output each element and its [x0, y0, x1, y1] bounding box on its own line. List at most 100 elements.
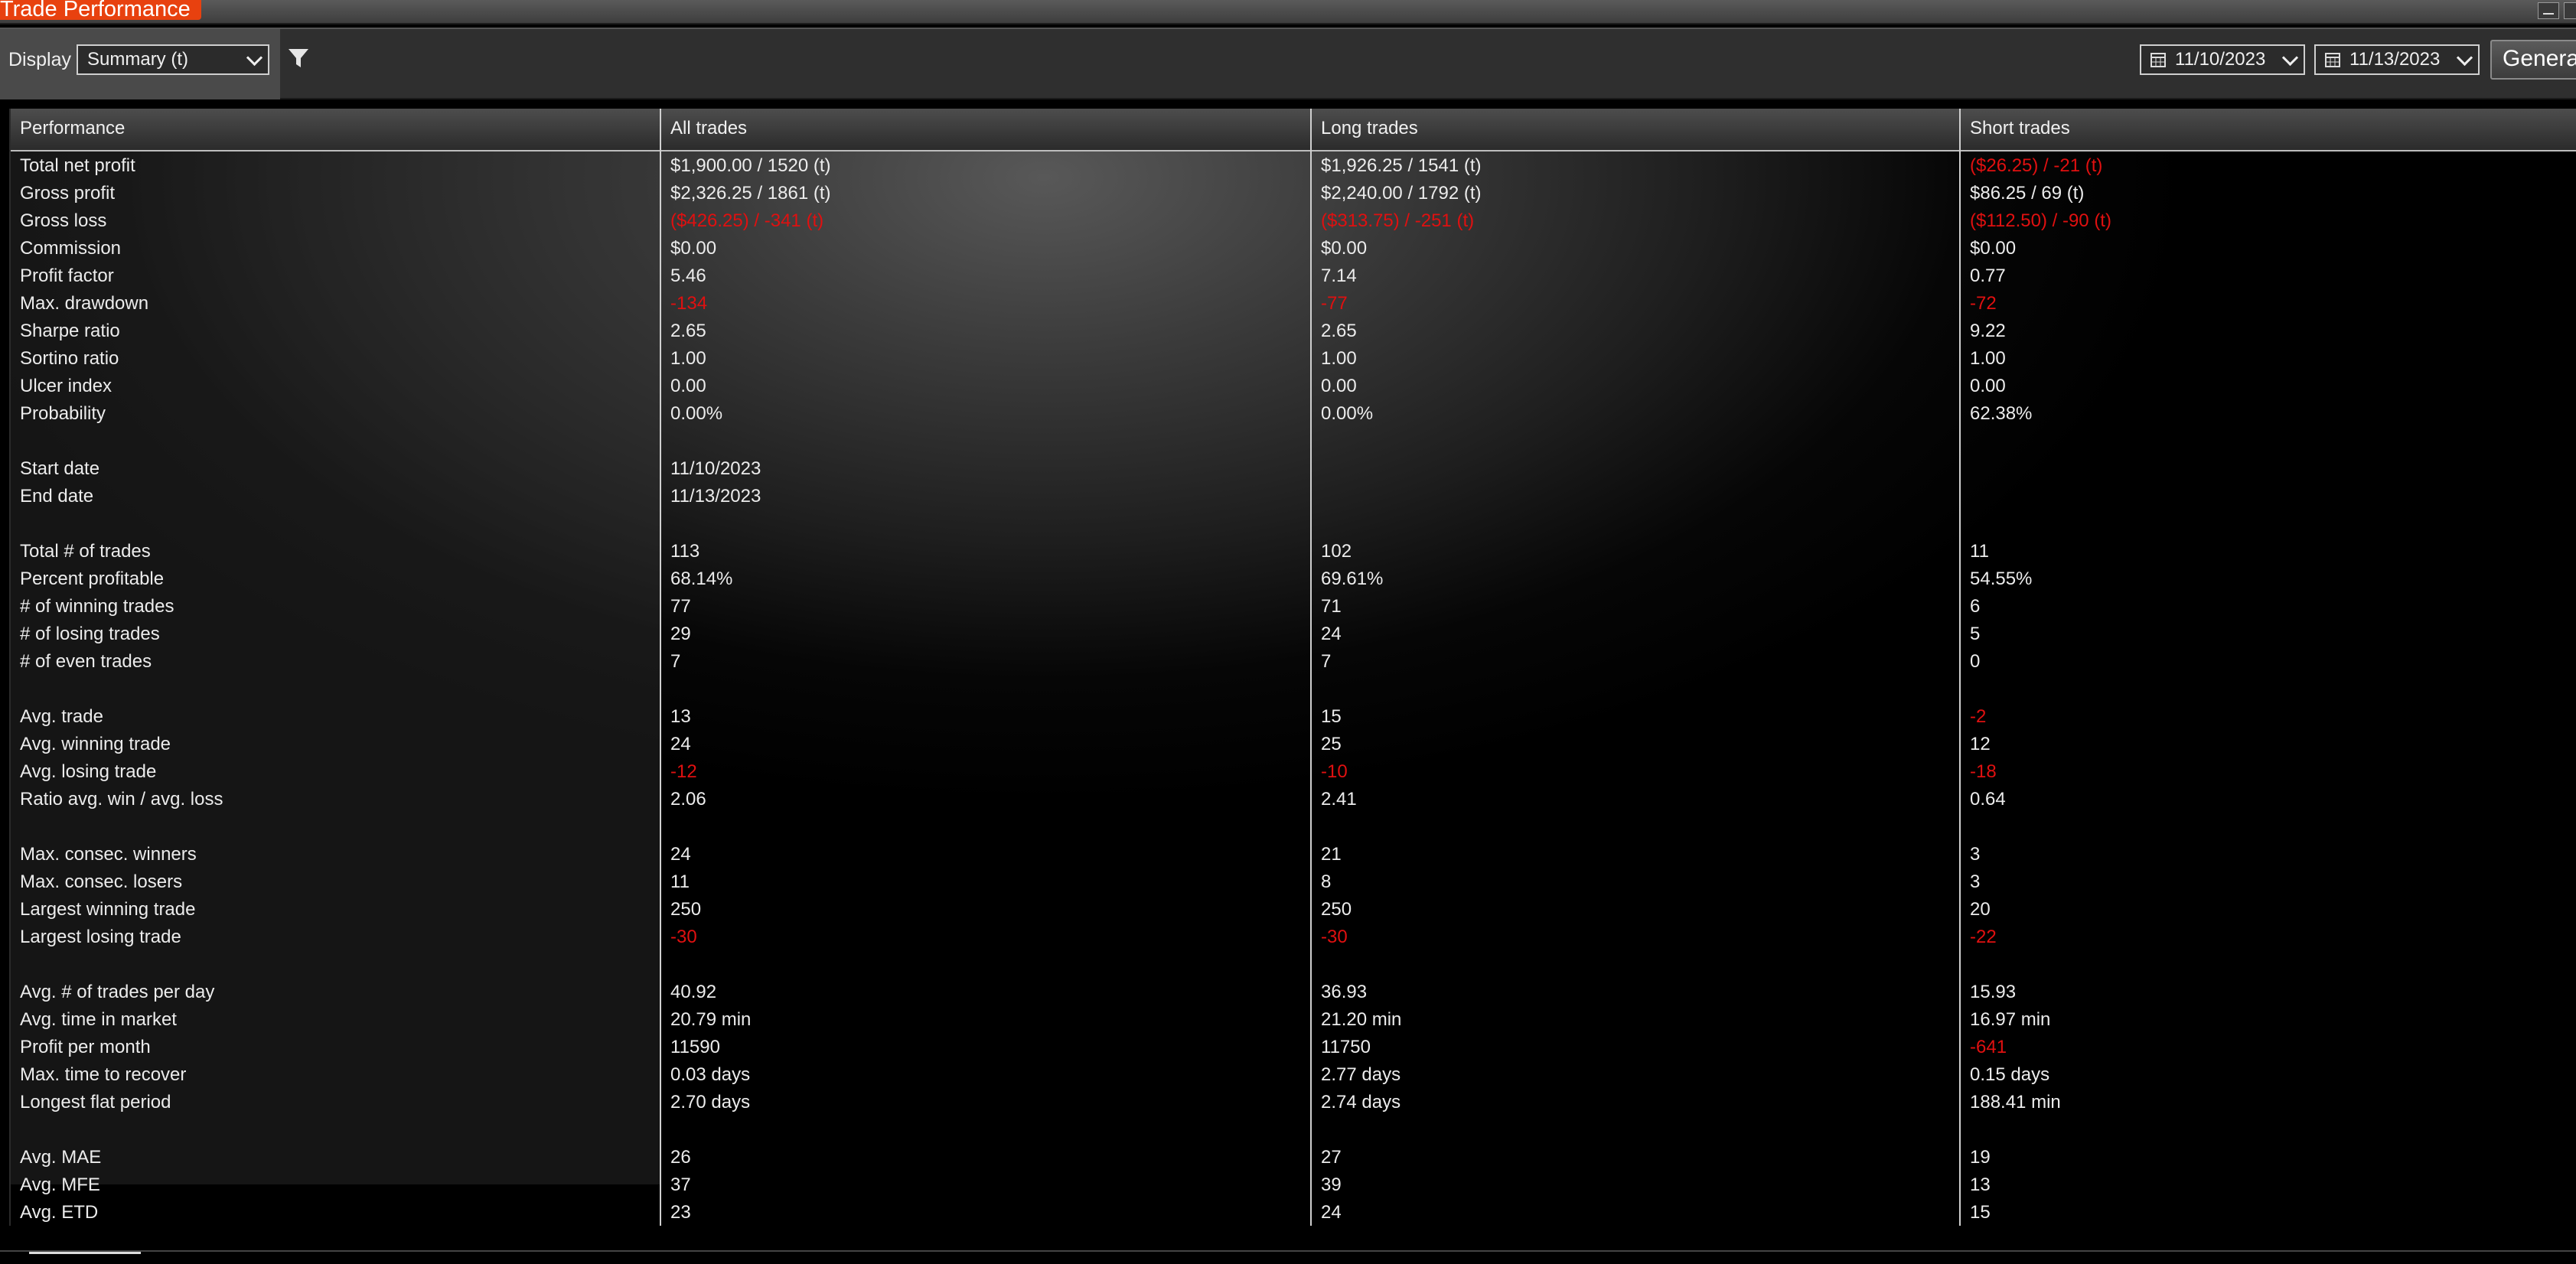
cell-long-trades[interactable]: 102: [1321, 541, 1352, 562]
cell-long-trades[interactable]: 21: [1321, 844, 1342, 865]
cell-all-trades[interactable]: 11590: [670, 1037, 720, 1058]
cell-all-trades[interactable]: -134: [670, 293, 707, 314]
cell-short-trades[interactable]: 19: [1970, 1147, 1991, 1168]
date-to-select[interactable]: 11/13/2023: [2314, 44, 2480, 75]
cell-long-trades[interactable]: $2,240.00 / 1792 (t): [1321, 183, 1481, 204]
cell-short-trades[interactable]: 16.97 min: [1970, 1009, 2050, 1031]
cell-all-trades[interactable]: 13: [670, 706, 691, 728]
cell-short-trades[interactable]: 12: [1970, 734, 1991, 755]
cell-all-trades[interactable]: $2,326.25 / 1861 (t): [670, 183, 830, 204]
column-header-performance[interactable]: Performance: [20, 118, 125, 139]
cell-short-trades[interactable]: 1.00: [1970, 348, 2006, 370]
cell-short-trades[interactable]: -641: [1970, 1037, 2007, 1058]
cell-short-trades[interactable]: 3: [1970, 844, 1980, 865]
cell-short-trades[interactable]: -22: [1970, 927, 1997, 948]
cell-long-trades[interactable]: -30: [1321, 927, 1348, 948]
cell-all-trades[interactable]: -12: [670, 761, 697, 783]
cell-all-trades[interactable]: 2.06: [670, 789, 706, 810]
cell-long-trades[interactable]: 15: [1321, 706, 1342, 728]
maximize-button[interactable]: [2564, 2, 2576, 19]
cell-short-trades[interactable]: 0.15 days: [1970, 1064, 2049, 1086]
cell-all-trades[interactable]: 1.00: [670, 348, 706, 370]
cell-long-trades[interactable]: 7: [1321, 651, 1331, 673]
column-header-long-trades[interactable]: Long trades: [1321, 118, 1418, 139]
cell-short-trades[interactable]: 0.77: [1970, 266, 2006, 287]
cell-all-trades[interactable]: ($426.25) / -341 (t): [670, 210, 823, 232]
cell-all-trades[interactable]: 0.00: [670, 376, 706, 397]
column-header-all-trades[interactable]: All trades: [670, 118, 747, 139]
generate-button[interactable]: Generate: [2490, 40, 2576, 80]
cell-short-trades[interactable]: 15: [1970, 1202, 1991, 1223]
cell-all-trades[interactable]: 11/10/2023: [670, 458, 761, 480]
cell-long-trades[interactable]: 69.61%: [1321, 568, 1383, 590]
bottom-tab[interactable]: [29, 1252, 141, 1264]
cell-long-trades[interactable]: -10: [1321, 761, 1348, 783]
cell-short-trades[interactable]: 62.38%: [1970, 403, 2032, 425]
cell-short-trades[interactable]: -2: [1970, 706, 1986, 728]
cell-all-trades[interactable]: 26: [670, 1147, 691, 1168]
cell-short-trades[interactable]: 11: [1970, 541, 1989, 562]
cell-short-trades[interactable]: 20: [1970, 899, 1991, 920]
cell-long-trades[interactable]: 27: [1321, 1147, 1342, 1168]
cell-long-trades[interactable]: 71: [1321, 596, 1342, 617]
cell-long-trades[interactable]: 2.77 days: [1321, 1064, 1400, 1086]
cell-long-trades[interactable]: 7.14: [1321, 266, 1357, 287]
cell-all-trades[interactable]: 250: [670, 899, 701, 920]
cell-all-trades[interactable]: 11: [670, 871, 690, 893]
cell-all-trades[interactable]: 7: [670, 651, 680, 673]
cell-all-trades[interactable]: $1,900.00 / 1520 (t): [670, 155, 830, 177]
cell-short-trades[interactable]: $86.25 / 69 (t): [1970, 183, 2084, 204]
date-from-select[interactable]: 11/10/2023: [2140, 44, 2305, 75]
cell-long-trades[interactable]: ($313.75) / -251 (t): [1321, 210, 1474, 232]
cell-short-trades[interactable]: 54.55%: [1970, 568, 2032, 590]
cell-all-trades[interactable]: 2.70 days: [670, 1092, 750, 1113]
cell-short-trades[interactable]: 6: [1970, 596, 1980, 617]
cell-all-trades[interactable]: 0.00%: [670, 403, 722, 425]
cell-all-trades[interactable]: 11/13/2023: [670, 486, 761, 507]
cell-long-trades[interactable]: 0.00%: [1321, 403, 1373, 425]
cell-short-trades[interactable]: 0.00: [1970, 376, 2006, 397]
cell-long-trades[interactable]: 24: [1321, 1202, 1342, 1223]
cell-short-trades[interactable]: 0: [1970, 651, 1980, 673]
cell-long-trades[interactable]: 0.00: [1321, 376, 1357, 397]
cell-short-trades[interactable]: 15.93: [1970, 982, 2016, 1003]
display-select[interactable]: Summary (t): [77, 44, 269, 75]
cell-long-trades[interactable]: 36.93: [1321, 982, 1367, 1003]
cell-long-trades[interactable]: 39: [1321, 1174, 1342, 1196]
cell-short-trades[interactable]: -72: [1970, 293, 1997, 314]
cell-all-trades[interactable]: 23: [670, 1202, 691, 1223]
cell-all-trades[interactable]: 24: [670, 844, 691, 865]
cell-long-trades[interactable]: 250: [1321, 899, 1352, 920]
cell-short-trades[interactable]: 13: [1970, 1174, 1991, 1196]
cell-all-trades[interactable]: 2.65: [670, 321, 706, 342]
cell-long-trades[interactable]: 2.41: [1321, 789, 1357, 810]
cell-short-trades[interactable]: 0.64: [1970, 789, 2006, 810]
cell-short-trades[interactable]: ($26.25) / -21 (t): [1970, 155, 2102, 177]
cell-all-trades[interactable]: -30: [670, 927, 697, 948]
cell-short-trades[interactable]: 3: [1970, 871, 1980, 893]
cell-all-trades[interactable]: 20.79 min: [670, 1009, 751, 1031]
minimize-button[interactable]: [2538, 2, 2559, 19]
cell-all-trades[interactable]: 77: [670, 596, 691, 617]
cell-all-trades[interactable]: 68.14%: [670, 568, 732, 590]
cell-long-trades[interactable]: $0.00: [1321, 238, 1367, 259]
cell-all-trades[interactable]: 40.92: [670, 982, 716, 1003]
cell-long-trades[interactable]: 24: [1321, 624, 1342, 645]
cell-short-trades[interactable]: ($112.50) / -90 (t): [1970, 210, 2111, 232]
cell-short-trades[interactable]: 5: [1970, 624, 1980, 645]
cell-all-trades[interactable]: 113: [670, 541, 699, 562]
cell-short-trades[interactable]: $0.00: [1970, 238, 2016, 259]
cell-all-trades[interactable]: 29: [670, 624, 691, 645]
cell-long-trades[interactable]: 2.65: [1321, 321, 1357, 342]
cell-long-trades[interactable]: 1.00: [1321, 348, 1357, 370]
cell-long-trades[interactable]: $1,926.25 / 1541 (t): [1321, 155, 1481, 177]
cell-all-trades[interactable]: $0.00: [670, 238, 716, 259]
cell-all-trades[interactable]: 0.03 days: [670, 1064, 750, 1086]
cell-long-trades[interactable]: 25: [1321, 734, 1342, 755]
cell-long-trades[interactable]: 11750: [1321, 1037, 1371, 1058]
cell-all-trades[interactable]: 5.46: [670, 266, 706, 287]
cell-long-trades[interactable]: -77: [1321, 293, 1348, 314]
cell-short-trades[interactable]: -18: [1970, 761, 1997, 783]
cell-long-trades[interactable]: 2.74 days: [1321, 1092, 1400, 1113]
cell-all-trades[interactable]: 24: [670, 734, 691, 755]
